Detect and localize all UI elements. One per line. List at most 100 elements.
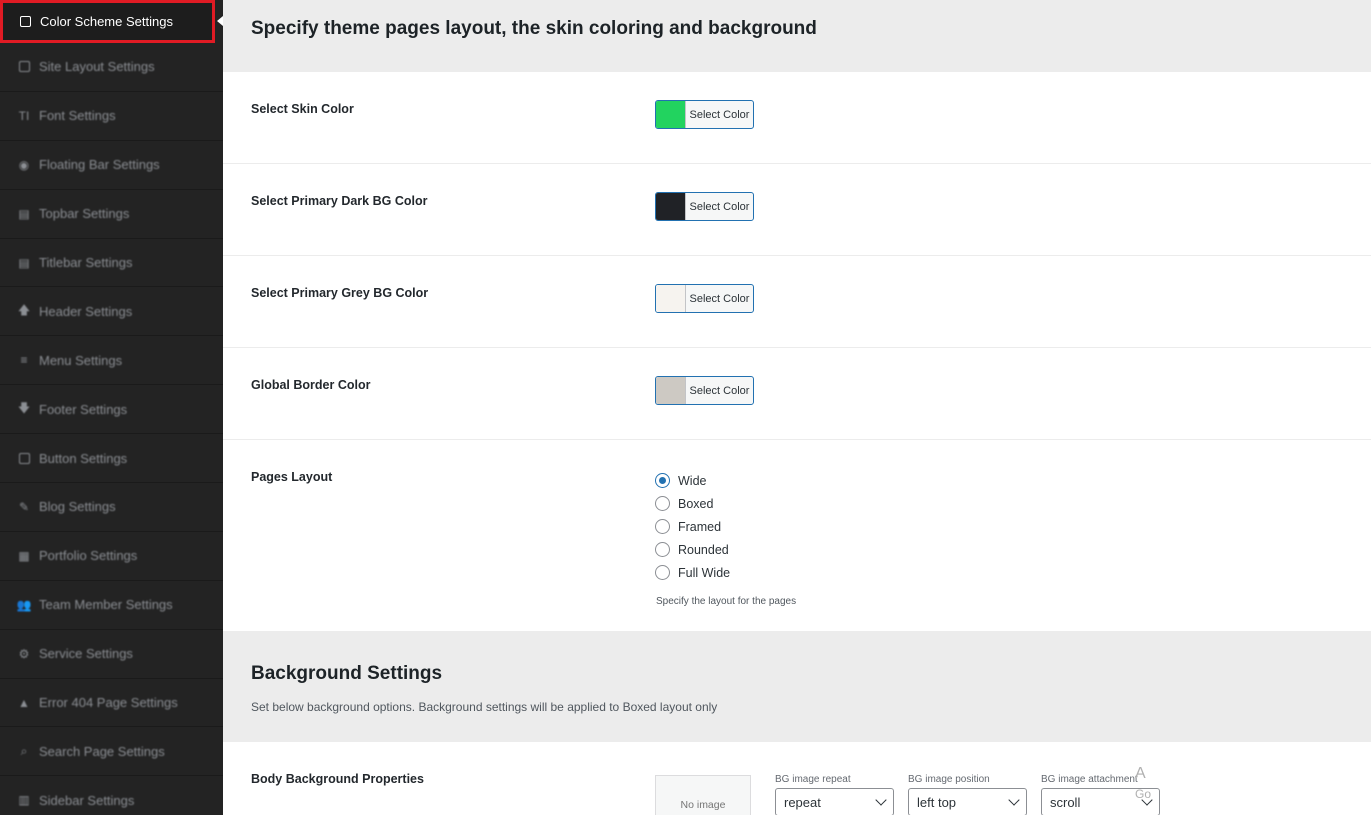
sidebar-item-sidebar-settings[interactable]: ▥ Sidebar Settings <box>0 776 223 815</box>
pages-layout-label: Pages Layout <box>251 470 333 484</box>
color-setting-row: Select Primary Dark BG Color Select Color <box>223 164 1371 256</box>
radio-label: Wide <box>678 473 707 488</box>
pencil-icon: ✎ <box>18 499 30 514</box>
color-swatch <box>656 285 686 312</box>
bg-repeat-select[interactable]: repeat <box>775 788 894 815</box>
bg-position-group: BG image position left top <box>908 774 1027 815</box>
background-settings-header: Background Settings Set below background… <box>223 631 1371 742</box>
sidebar-item-color-scheme-settings[interactable]: Color Scheme Settings <box>0 0 215 43</box>
sidebar-item-button-settings[interactable]: Button Settings <box>0 434 223 484</box>
sidebar-item-titlebar-settings[interactable]: ▤ Titlebar Settings <box>0 239 223 288</box>
square-icon <box>17 60 31 74</box>
sidebar-item-search-page-settings[interactable]: ⌕ Search Page Settings <box>0 727 223 777</box>
color-swatch <box>656 193 686 220</box>
layout-option-framed[interactable]: Framed <box>655 515 730 538</box>
sidebar-item-label: Service Settings <box>39 646 133 662</box>
circle-icon: ◉ <box>18 157 30 172</box>
layout-option-full-wide[interactable]: Full Wide <box>655 561 730 584</box>
gear-icon: ⚙ <box>18 646 30 661</box>
sidebar-item-portfolio-settings[interactable]: ▦ Portfolio Settings <box>0 532 223 581</box>
sidebar-item-label: Blog Settings <box>39 499 116 515</box>
select-color-label: Select Color <box>689 200 750 213</box>
warning-icon: ▲ <box>18 695 30 710</box>
sidebar-item-topbar-settings[interactable]: ▤ Topbar Settings <box>0 190 223 239</box>
sidebar-item-team-member-settings[interactable]: 👥 Team Member Settings <box>0 581 223 630</box>
bg-position-select[interactable]: left top <box>908 788 1027 815</box>
edge-text-line1: A <box>1135 765 1146 782</box>
radio-button[interactable] <box>655 519 670 534</box>
layout-option-rounded[interactable]: Rounded <box>655 538 730 561</box>
square-shape <box>18 452 30 464</box>
background-image-placeholder[interactable]: No image <box>655 775 751 815</box>
sidebar-menu: Color Scheme Settings Site Layout Setting… <box>0 0 223 815</box>
layout-option-wide[interactable]: Wide <box>655 469 730 492</box>
sidebar-item-label: Team Member Settings <box>39 597 173 613</box>
sidebar-item-error-404-page-settings[interactable]: ▲ Error 404 Page Settings <box>0 679 223 728</box>
bg-position-caption: BG image position <box>908 774 990 785</box>
sidebar-item-label: Button Settings <box>39 450 128 466</box>
list-icon: ▤ <box>18 255 30 270</box>
sidebar-item-site-layout-settings[interactable]: Site Layout Settings <box>0 43 223 92</box>
users-icon: 👥 <box>16 597 32 612</box>
background-settings-description: Set below background options. Background… <box>251 700 718 714</box>
square-icon <box>17 451 31 465</box>
radio-button[interactable] <box>655 473 670 488</box>
search-icon: ⌕ <box>20 743 28 758</box>
bg-repeat-group: BG image repeat repeat <box>775 774 894 815</box>
bg-attachment-value: scroll <box>1050 794 1081 810</box>
sidebar-item-header-settings[interactable]: 🡅 Header Settings <box>0 287 223 337</box>
color-settings: Select Skin Color Select Color Select Prim… <box>223 72 1371 440</box>
color-setting-row: Global Border Color Select Color <box>223 348 1371 440</box>
chevron-down-icon <box>1008 794 1020 806</box>
body-background-row: Body Background Properties No image BG i… <box>223 742 1371 815</box>
sidebar-item-menu-settings[interactable]: ≡ Menu Settings <box>0 336 223 386</box>
color-setting-label: Select Primary Dark BG Color <box>251 194 428 208</box>
select-color-label: Select Color <box>689 384 750 397</box>
sidebar-item-label: Header Settings <box>39 303 133 319</box>
pages-layout-row: Pages Layout Wide Boxed Framed Rounded Full … <box>223 440 1371 631</box>
radio-label: Framed <box>678 519 722 534</box>
bg-repeat-value: repeat <box>784 794 821 810</box>
menu-icon: ≡ <box>20 353 28 368</box>
select-color-button[interactable]: Select Color <box>655 192 754 221</box>
columns-icon: ▥ <box>18 793 30 808</box>
radio-label: Full Wide <box>678 565 731 580</box>
square-shape <box>18 61 30 73</box>
sidebar-item-label: Color Scheme Settings <box>40 14 173 29</box>
sidebar-item-label: Portfolio Settings <box>39 548 138 564</box>
color-swatch <box>656 377 686 404</box>
sidebar-item-label: Font Settings <box>39 108 116 124</box>
edge-text-line2: Go <box>1135 787 1152 801</box>
text-icon: TI <box>18 108 30 123</box>
radio-button[interactable] <box>655 565 670 580</box>
settings-sidebar: Color Scheme Settings Site Layout Setting… <box>0 0 223 815</box>
select-color-button[interactable]: Select Color <box>655 100 754 129</box>
radio-button[interactable] <box>655 542 670 557</box>
select-color-button[interactable]: Select Color <box>655 376 754 405</box>
select-color-label: Select Color <box>689 292 750 305</box>
pages-layout-radio-group: Wide Boxed Framed Rounded Full Wide <box>655 469 730 584</box>
sidebar-item-service-settings[interactable]: ⚙ Service Settings <box>0 630 223 679</box>
list-icon: ▤ <box>18 206 30 221</box>
square-shape <box>19 16 31 27</box>
sidebar-item-floating-bar-settings[interactable]: ◉ Floating Bar Settings <box>0 141 223 190</box>
radio-button[interactable] <box>655 496 670 511</box>
arrow-down-icon: 🡇 <box>17 400 31 415</box>
color-setting-row: Select Skin Color Select Color <box>223 72 1371 164</box>
color-setting-label: Select Primary Grey BG Color <box>251 286 429 300</box>
bg-position-value: left top <box>917 794 957 810</box>
section-header: Specify theme pages layout, the skin col… <box>223 0 1371 72</box>
radio-label: Boxed <box>678 496 714 511</box>
no-image-text: No image <box>680 799 726 811</box>
bg-repeat-caption: BG image repeat <box>775 774 851 785</box>
sidebar-item-label: Site Layout Settings <box>39 59 155 75</box>
sidebar-item-font-settings[interactable]: TI Font Settings <box>0 92 223 141</box>
color-setting-label: Select Skin Color <box>251 102 354 116</box>
select-color-button[interactable]: Select Color <box>655 284 754 313</box>
color-setting-label: Global Border Color <box>251 378 371 392</box>
sidebar-item-footer-settings[interactable]: 🡇 Footer Settings <box>0 385 223 435</box>
background-settings-title: Background Settings <box>251 663 443 684</box>
sidebar-item-blog-settings[interactable]: ✎ Blog Settings <box>0 483 223 532</box>
layout-option-boxed[interactable]: Boxed <box>655 492 730 515</box>
select-color-label: Select Color <box>689 108 750 121</box>
